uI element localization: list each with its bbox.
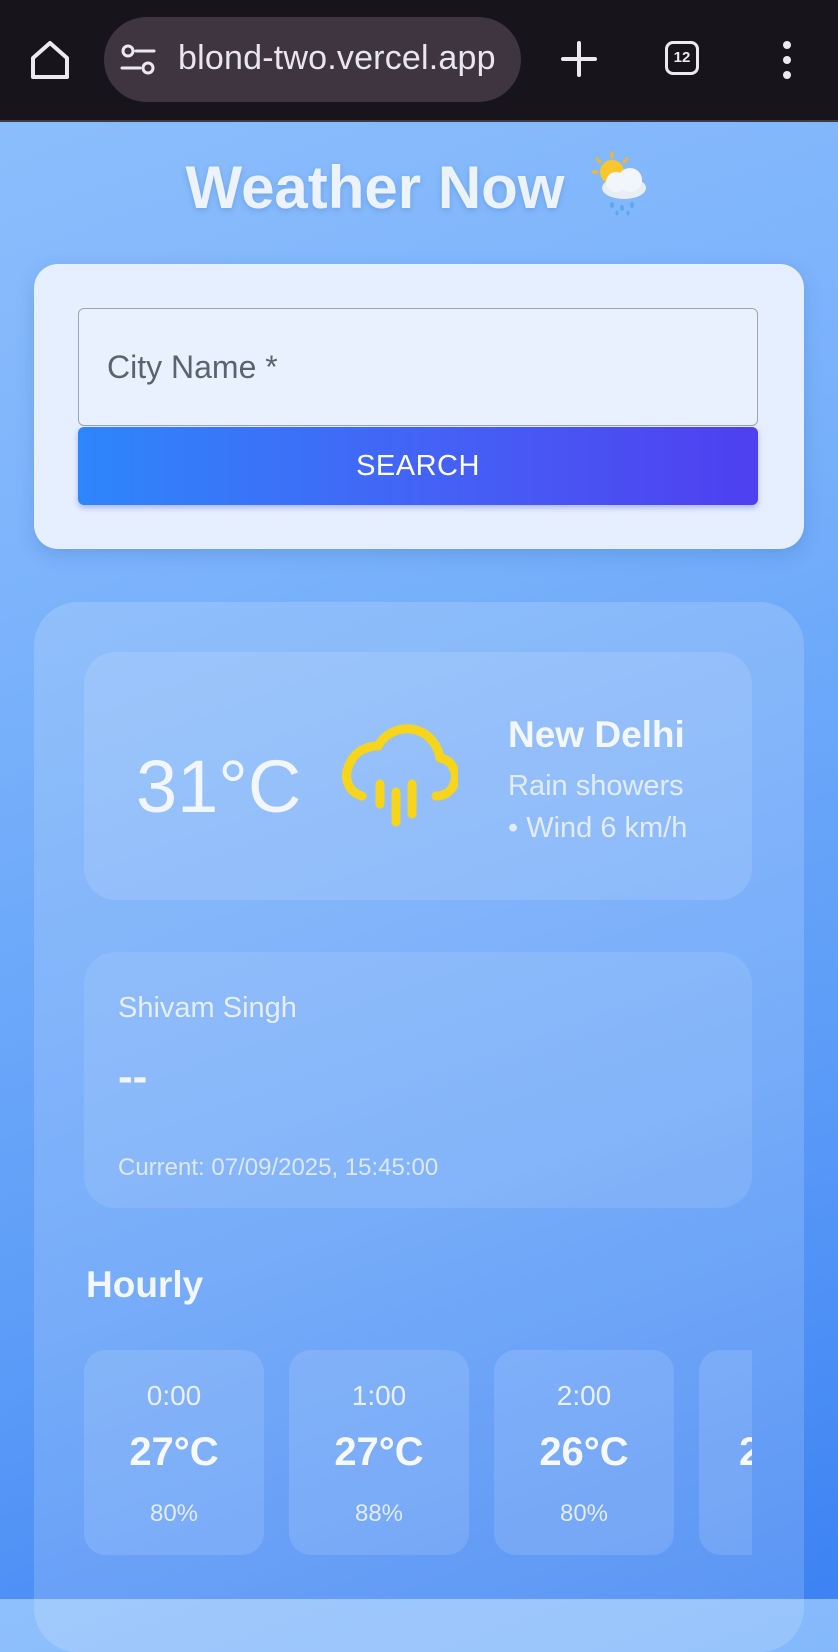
hourly-time: 2:00	[556, 1380, 612, 1411]
hourly-item: 1:00 27°C 88%	[289, 1350, 469, 1555]
user-name: Shivam Singh	[118, 992, 297, 1024]
hourly-temp: 27°C	[334, 1430, 424, 1474]
more-menu-icon[interactable]	[778, 40, 796, 80]
hourly-humidity: 80%	[149, 1500, 199, 1527]
current-weather-card: 31°C New Delhi Rain showers • Wind 6 km/…	[84, 652, 752, 900]
url-text[interactable]: blond-two.vercel.app	[178, 39, 496, 78]
current-temperature: 31°C	[136, 745, 302, 828]
hourly-humidity: 80%	[559, 1500, 609, 1527]
browser-toolbar: blond-two.vercel.app 12	[0, 0, 838, 122]
hourly-temp: 2	[739, 1430, 752, 1474]
search-card: SEARCH	[34, 264, 804, 549]
search-button[interactable]: SEARCH	[78, 427, 758, 505]
hourly-temp: 26°C	[539, 1430, 629, 1474]
hourly-heading: Hourly	[86, 1264, 204, 1305]
hourly-forecast-list[interactable]: 0:00 27°C 80% 1:00 27°C 88% 2:00 26°C 80…	[84, 1350, 752, 1560]
weather-panel: 31°C New Delhi Rain showers • Wind 6 km/…	[34, 602, 804, 1652]
city-name: New Delhi	[508, 714, 685, 755]
page-title: Weather Now	[0, 150, 838, 222]
address-bar[interactable]: blond-two.vercel.app	[104, 17, 521, 102]
hourly-time: 0:00	[146, 1380, 202, 1411]
user-info-card: Shivam Singh -- Current: 07/09/2025, 15:…	[84, 952, 752, 1208]
hourly-time: 1:00	[351, 1380, 407, 1411]
rain-cloud-icon	[342, 724, 458, 827]
city-name-input[interactable]	[78, 308, 758, 426]
site-settings-icon[interactable]	[120, 43, 156, 77]
wind-speed: • Wind 6 km/h	[508, 812, 688, 844]
user-value: --	[118, 1052, 148, 1101]
current-datetime: Current: 07/09/2025, 15:45:00	[118, 1154, 439, 1181]
weather-condition: Rain showers	[508, 770, 684, 802]
page-title-text: Weather Now	[185, 154, 565, 221]
new-tab-icon[interactable]	[560, 40, 598, 78]
sun-behind-rain-cloud-icon	[591, 151, 647, 216]
home-icon[interactable]	[28, 38, 72, 82]
tab-switcher-button[interactable]: 12	[665, 41, 699, 75]
hourly-item: 2:00 26°C 80%	[494, 1350, 674, 1555]
hourly-temp: 27°C	[129, 1430, 219, 1474]
hourly-item: 0:00 27°C 80%	[84, 1350, 264, 1555]
hourly-item: 2	[699, 1350, 752, 1555]
hourly-humidity: 88%	[354, 1500, 404, 1527]
